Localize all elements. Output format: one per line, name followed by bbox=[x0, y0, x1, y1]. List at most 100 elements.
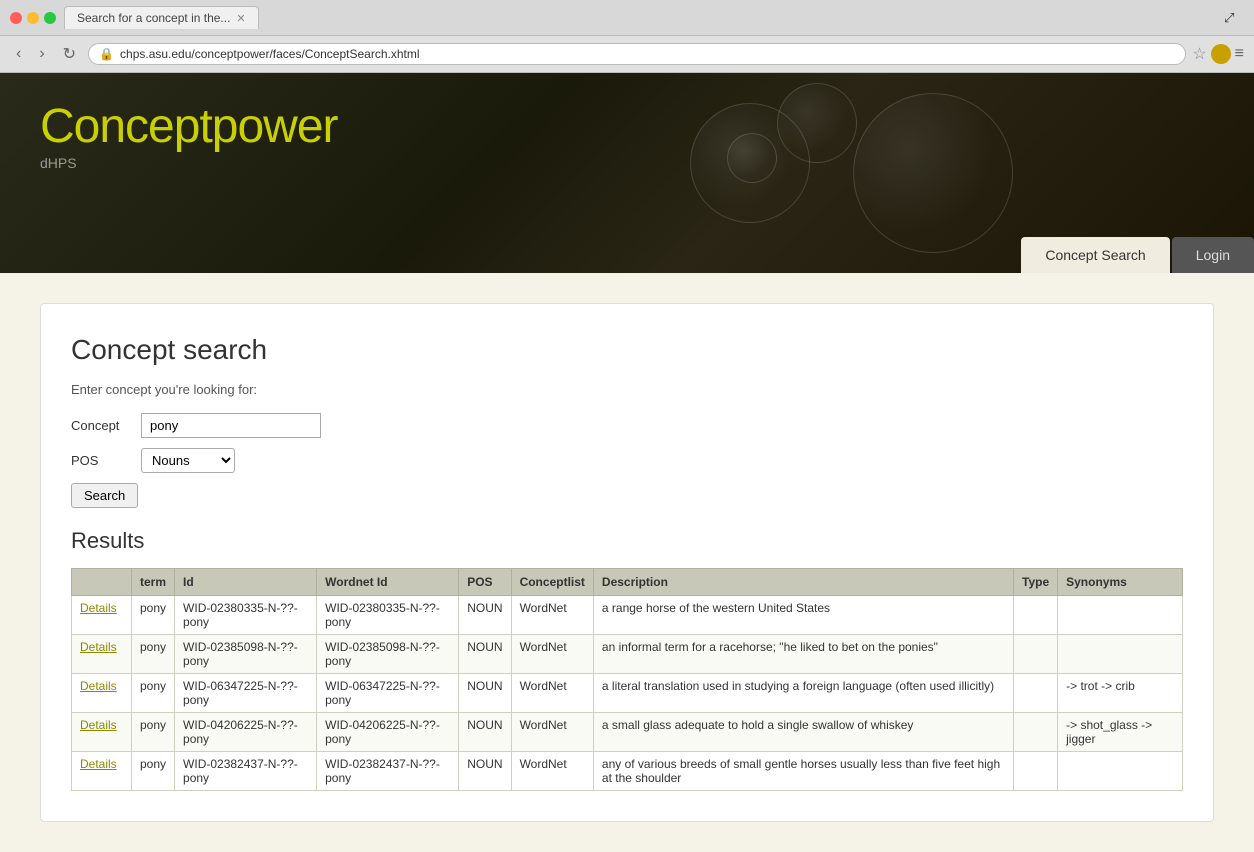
pos-label: POS bbox=[71, 453, 131, 468]
close-dot[interactable] bbox=[10, 12, 22, 24]
wordnet-cell: WID-06347225-N-??-pony bbox=[317, 674, 459, 713]
table-row: Details pony WID-02385098-N-??-pony WID-… bbox=[72, 635, 1183, 674]
id-cell: WID-02385098-N-??-pony bbox=[175, 635, 317, 674]
conceptlist-cell: WordNet bbox=[511, 596, 593, 635]
table-row: Details pony WID-02380335-N-??-pony WID-… bbox=[72, 596, 1183, 635]
bookmark-icon[interactable]: ☆ bbox=[1192, 44, 1206, 64]
header-row: term Id Wordnet Id POS Conceptlist Descr… bbox=[72, 569, 1183, 596]
details-cell: Details bbox=[72, 713, 132, 752]
synonyms-cell: -> trot -> crib bbox=[1058, 674, 1183, 713]
results-table: term Id Wordnet Id POS Conceptlist Descr… bbox=[71, 568, 1183, 791]
conceptlist-cell: WordNet bbox=[511, 752, 593, 791]
description-cell: a literal translation used in studying a… bbox=[593, 674, 1013, 713]
pos-select[interactable]: Nouns Verbs Adjectives Adverbs bbox=[141, 448, 235, 473]
conceptlist-cell: WordNet bbox=[511, 635, 593, 674]
description-cell: a range horse of the western United Stat… bbox=[593, 596, 1013, 635]
term-cell: pony bbox=[132, 713, 175, 752]
details-cell: Details bbox=[72, 674, 132, 713]
pos-cell: NOUN bbox=[459, 635, 511, 674]
details-cell: Details bbox=[72, 596, 132, 635]
nav-tools: ☆ ≡ bbox=[1192, 44, 1244, 64]
search-button[interactable]: Search bbox=[71, 483, 138, 508]
details-link[interactable]: Details bbox=[80, 640, 117, 654]
browser-tab[interactable]: Search for a concept in the... ✕ bbox=[64, 6, 259, 29]
details-link[interactable]: Details bbox=[80, 757, 117, 771]
title-bar: Search for a concept in the... ✕ ⤢ bbox=[0, 0, 1254, 36]
type-cell bbox=[1014, 674, 1058, 713]
browser-chrome: Search for a concept in the... ✕ ⤢ ‹ › ↻… bbox=[0, 0, 1254, 73]
logo-sub: dHPS bbox=[40, 155, 338, 171]
header-content: Conceptpower dHPS bbox=[40, 103, 338, 171]
logo-part2: power bbox=[212, 100, 338, 153]
url-text: chps.asu.edu/conceptpower/faces/ConceptS… bbox=[120, 47, 1175, 61]
synonyms-cell: -> shot_glass -> jigger bbox=[1058, 713, 1183, 752]
type-cell bbox=[1014, 713, 1058, 752]
pos-cell: NOUN bbox=[459, 596, 511, 635]
type-cell bbox=[1014, 596, 1058, 635]
nav-login[interactable]: Login bbox=[1172, 237, 1254, 273]
th-conceptlist: Conceptlist bbox=[511, 569, 593, 596]
pos-cell: NOUN bbox=[459, 713, 511, 752]
th-synonyms: Synonyms bbox=[1058, 569, 1183, 596]
minimize-dot[interactable] bbox=[27, 12, 39, 24]
th-id: Id bbox=[175, 569, 317, 596]
tab-close-icon[interactable]: ✕ bbox=[236, 12, 245, 25]
user-avatar[interactable] bbox=[1211, 44, 1231, 64]
main-content: Concept search Enter concept you're look… bbox=[0, 273, 1254, 852]
id-cell: WID-04206225-N-??-pony bbox=[175, 713, 317, 752]
th-empty bbox=[72, 569, 132, 596]
reload-button[interactable]: ↻ bbox=[57, 42, 82, 66]
table-row: Details pony WID-06347225-N-??-pony WID-… bbox=[72, 674, 1183, 713]
site-header: Conceptpower dHPS Concept Search Login bbox=[0, 73, 1254, 273]
description-cell: an informal term for a racehorse; "he li… bbox=[593, 635, 1013, 674]
details-link[interactable]: Details bbox=[80, 601, 117, 615]
wordnet-cell: WID-02380335-N-??-pony bbox=[317, 596, 459, 635]
wordnet-cell: WID-02382437-N-??-pony bbox=[317, 752, 459, 791]
bubble-2 bbox=[777, 83, 857, 163]
expand-icon[interactable]: ⤢ bbox=[1224, 10, 1244, 26]
concept-row: Concept bbox=[71, 413, 1183, 438]
id-cell: WID-02380335-N-??-pony bbox=[175, 596, 317, 635]
address-bar[interactable]: 🔒 chps.asu.edu/conceptpower/faces/Concep… bbox=[88, 43, 1186, 65]
table-row: Details pony WID-04206225-N-??-pony WID-… bbox=[72, 713, 1183, 752]
page-content: Conceptpower dHPS Concept Search Login C… bbox=[0, 73, 1254, 852]
conceptlist-cell: WordNet bbox=[511, 713, 593, 752]
bubble-3 bbox=[853, 93, 1013, 253]
tab-area: Search for a concept in the... ✕ bbox=[64, 6, 1216, 29]
term-cell: pony bbox=[132, 635, 175, 674]
logo: Conceptpower dHPS bbox=[40, 103, 338, 171]
synonyms-cell bbox=[1058, 635, 1183, 674]
term-cell: pony bbox=[132, 752, 175, 791]
window-controls bbox=[10, 12, 56, 24]
details-cell: Details bbox=[72, 752, 132, 791]
back-button[interactable]: ‹ bbox=[10, 43, 27, 65]
bubble-4 bbox=[727, 133, 777, 183]
lock-icon: 🔒 bbox=[99, 47, 114, 61]
forward-button[interactable]: › bbox=[33, 43, 50, 65]
wordnet-cell: WID-02385098-N-??-pony bbox=[317, 635, 459, 674]
th-description: Description bbox=[593, 569, 1013, 596]
concept-label: Concept bbox=[71, 418, 131, 433]
type-cell bbox=[1014, 635, 1058, 674]
details-link[interactable]: Details bbox=[80, 718, 117, 732]
synonyms-cell bbox=[1058, 752, 1183, 791]
search-row: Search bbox=[71, 483, 1183, 508]
th-pos: POS bbox=[459, 569, 511, 596]
site-nav: Concept Search Login bbox=[1021, 237, 1254, 273]
id-cell: WID-06347225-N-??-pony bbox=[175, 674, 317, 713]
menu-icon[interactable]: ≡ bbox=[1235, 45, 1244, 63]
synonyms-cell bbox=[1058, 596, 1183, 635]
nav-concept-search[interactable]: Concept Search bbox=[1021, 237, 1169, 273]
table-header: term Id Wordnet Id POS Conceptlist Descr… bbox=[72, 569, 1183, 596]
concept-input[interactable] bbox=[141, 413, 321, 438]
tab-title: Search for a concept in the... bbox=[77, 11, 230, 25]
maximize-dot[interactable] bbox=[44, 12, 56, 24]
logo-part1: Concept bbox=[40, 100, 212, 153]
details-cell: Details bbox=[72, 635, 132, 674]
form-subtitle: Enter concept you're looking for: bbox=[71, 382, 1183, 397]
term-cell: pony bbox=[132, 596, 175, 635]
details-link[interactable]: Details bbox=[80, 679, 117, 693]
browser-nav: ‹ › ↻ 🔒 chps.asu.edu/conceptpower/faces/… bbox=[0, 36, 1254, 73]
term-cell: pony bbox=[132, 674, 175, 713]
th-type: Type bbox=[1014, 569, 1058, 596]
